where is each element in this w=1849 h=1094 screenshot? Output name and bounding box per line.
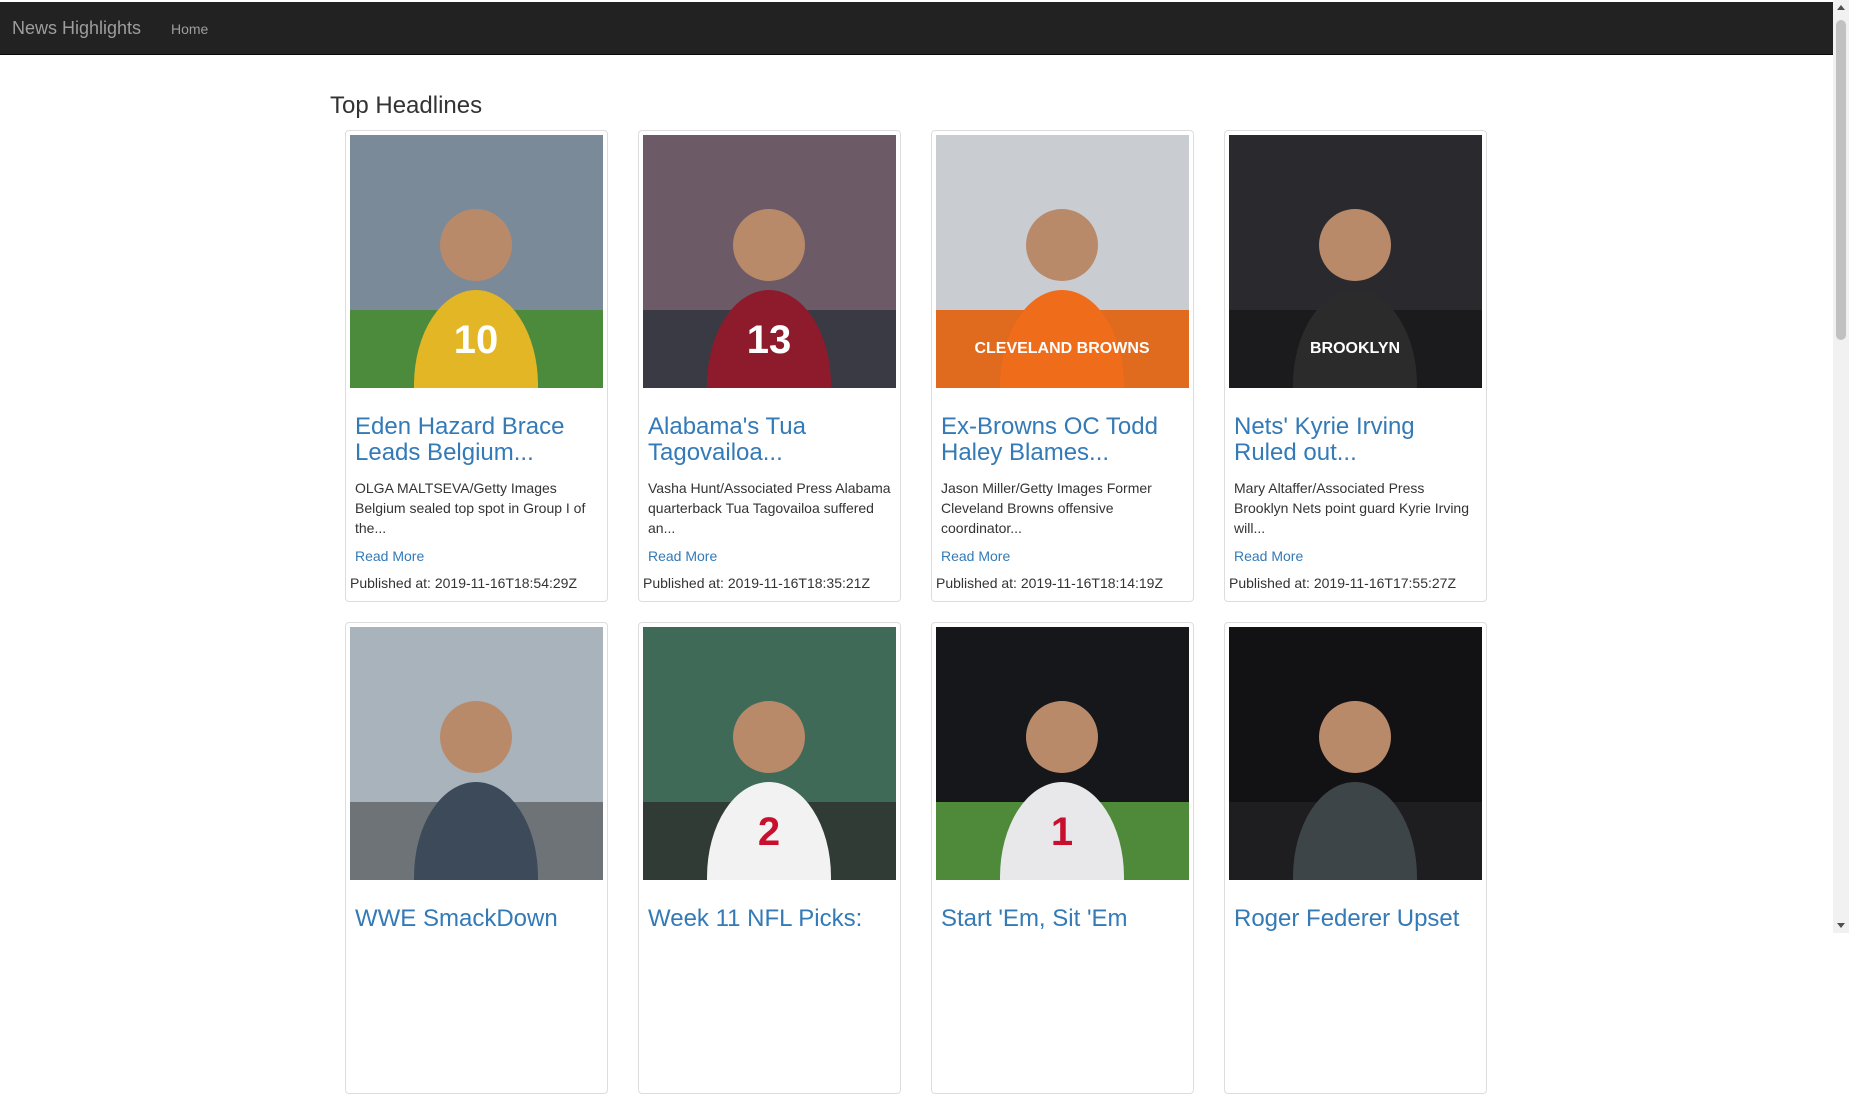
- scroll-thumb[interactable]: [1836, 20, 1846, 340]
- article-caption: Start 'Em, Sit 'Em: [936, 906, 1189, 1030]
- article-description: [355, 970, 598, 1030]
- article-card: Roger Federer Upset: [1224, 622, 1487, 1094]
- article-title-link[interactable]: Nets' Kyrie Irving Ruled out...: [1234, 414, 1477, 466]
- page-title: Top Headlines: [330, 92, 483, 119]
- basketball-player-black-shirt-image: BROOKLYN: [1229, 135, 1482, 388]
- article-caption: Ex-Browns OC Todd Haley Blames... Jason M…: [936, 414, 1189, 564]
- article-title-link[interactable]: Roger Federer Upset: [1234, 906, 1477, 958]
- man-at-observation-deck-image: [350, 627, 603, 880]
- article-thumbnail[interactable]: 2: [643, 627, 896, 880]
- svg-text:1: 1: [1051, 810, 1073, 854]
- nav-home-link[interactable]: Home: [171, 21, 208, 37]
- article-title-link[interactable]: Alabama's Tua Tagovailoa...: [648, 414, 891, 466]
- read-more-link[interactable]: Read More: [355, 548, 598, 564]
- article-card: BROOKLYN Nets' Kyrie Irving Ruled out... M…: [1224, 130, 1487, 602]
- headlines-grid: 10 Eden Hazard Brace Leads Belgium... OLGA…: [345, 130, 1495, 1094]
- two-tennis-players-image: [1229, 627, 1482, 880]
- article-card: 1 Start 'Em, Sit 'Em: [931, 622, 1194, 1094]
- top-navbar: News Highlights Home: [0, 2, 1833, 55]
- article-description: [1234, 970, 1477, 1030]
- published-timestamp: Published at: 2019-11-16T18:54:29Z: [350, 575, 578, 591]
- brand-link[interactable]: News Highlights: [12, 18, 141, 39]
- svg-text:2: 2: [758, 810, 780, 854]
- article-card: 10 Eden Hazard Brace Leads Belgium... OLGA…: [345, 130, 608, 602]
- page-scrollbar[interactable]: [1833, 0, 1849, 933]
- article-thumbnail[interactable]: [1229, 627, 1482, 880]
- published-timestamp: Published at: 2019-11-16T18:14:19Z: [936, 575, 1164, 591]
- article-description: Jason Miller/Getty Images Former Clevela…: [941, 480, 1152, 536]
- article-caption: Eden Hazard Brace Leads Belgium... OLGA M…: [350, 414, 603, 564]
- article-title-link[interactable]: Start 'Em, Sit 'Em: [941, 906, 1184, 958]
- article-title-link[interactable]: WWE SmackDown: [355, 906, 598, 958]
- article-card: 2 Week 11 NFL Picks:: [638, 622, 901, 1094]
- article-card: CLEVELAND BROWNS Ex-Browns OC Todd Haley …: [931, 130, 1194, 602]
- receiver-catching-ball-image: 1: [936, 627, 1189, 880]
- article-caption: Roger Federer Upset: [1229, 906, 1482, 1030]
- soccer-player-yellow-kit-image: 10: [350, 135, 603, 388]
- scroll-up-arrow-icon[interactable]: [1837, 5, 1845, 10]
- read-more-link[interactable]: Read More: [648, 548, 891, 564]
- article-thumbnail[interactable]: 1: [936, 627, 1189, 880]
- article-thumbnail[interactable]: CLEVELAND BROWNS: [936, 135, 1189, 388]
- article-caption: Week 11 NFL Picks:: [643, 906, 896, 1030]
- article-description: Vasha Hunt/Associated Press Alabama quar…: [648, 480, 891, 536]
- read-more-link[interactable]: Read More: [1234, 548, 1477, 564]
- football-quarterback-crimson-image: 13: [643, 135, 896, 388]
- article-description: Mary Altaffer/Associated Press Brooklyn …: [1234, 480, 1469, 536]
- article-title-link[interactable]: Week 11 NFL Picks:: [648, 906, 891, 958]
- article-thumbnail[interactable]: 13: [643, 135, 896, 388]
- article-description: [648, 970, 891, 1030]
- scroll-down-arrow-icon[interactable]: [1837, 923, 1845, 928]
- published-timestamp: Published at: 2019-11-16T17:55:27Z: [1229, 575, 1457, 591]
- published-timestamp: Published at: 2019-11-16T18:35:21Z: [643, 575, 871, 591]
- article-caption: Alabama's Tua Tagovailoa... Vasha Hunt/As…: [643, 414, 896, 564]
- article-card: 13 Alabama's Tua Tagovailoa... Vasha Hunt/…: [638, 130, 901, 602]
- svg-text:BROOKLYN: BROOKLYN: [1310, 340, 1400, 357]
- article-thumbnail[interactable]: 10: [350, 135, 603, 388]
- article-description: OLGA MALTSEVA/Getty Images Belgium seale…: [355, 480, 586, 536]
- article-title-link[interactable]: Ex-Browns OC Todd Haley Blames...: [941, 414, 1184, 466]
- article-thumbnail[interactable]: [350, 627, 603, 880]
- article-caption: Nets' Kyrie Irving Ruled out... Mary Alta…: [1229, 414, 1482, 564]
- svg-text:CLEVELAND BROWNS: CLEVELAND BROWNS: [974, 340, 1149, 357]
- svg-text:13: 13: [747, 318, 792, 362]
- article-title-link[interactable]: Eden Hazard Brace Leads Belgium...: [355, 414, 598, 466]
- svg-text:10: 10: [454, 318, 499, 362]
- football-quarterback-white-jersey-image: 2: [643, 627, 896, 880]
- read-more-link[interactable]: Read More: [941, 548, 1184, 564]
- coach-orange-hoodie-image: CLEVELAND BROWNS: [936, 135, 1189, 388]
- article-thumbnail[interactable]: BROOKLYN: [1229, 135, 1482, 388]
- article-card: WWE SmackDown: [345, 622, 608, 1094]
- article-description: [941, 970, 1184, 1030]
- article-caption: WWE SmackDown: [350, 906, 603, 1030]
